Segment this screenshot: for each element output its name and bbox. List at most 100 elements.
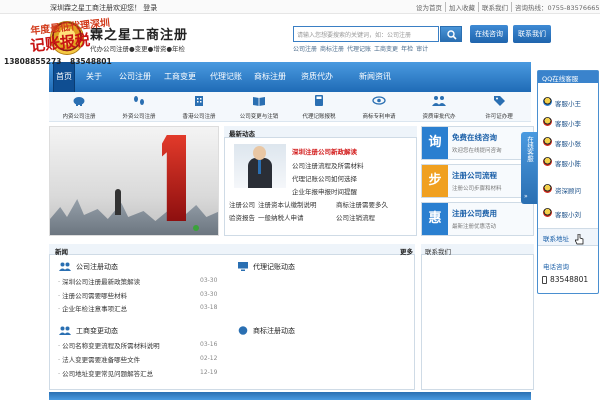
qq-contact-item[interactable]: 客服小张 <box>541 135 595 149</box>
list-item-date: 03-18 <box>200 304 218 311</box>
book-icon <box>253 97 265 106</box>
qq-contact-item[interactable]: 资深顾问 <box>541 182 595 196</box>
service-link-trademark[interactable]: 商标专利申请 <box>349 92 409 122</box>
service-link-change[interactable]: 公司变更与注销 <box>229 92 289 122</box>
hot-word-link[interactable]: 审计 <box>416 44 428 53</box>
qq-contact-item[interactable]: 客服小王 <box>541 95 595 109</box>
list-item[interactable]: 公司名称变更流程及所需材料说明 <box>58 340 160 350</box>
news-panel-header <box>49 244 415 255</box>
online-service-tab[interactable]: 在线客服 » <box>521 132 537 204</box>
people-icon <box>432 96 446 106</box>
service-label: 商标专利申请 <box>362 114 396 120</box>
nav-item-bookkeeping[interactable]: 代理记账 <box>206 62 246 92</box>
service-box-subtitle: 欢迎您在线提问咨询 <box>452 148 502 154</box>
footsteps-icon <box>134 96 144 105</box>
online-consult-button[interactable]: 在线咨询 <box>470 25 508 43</box>
service-box-subtitle: 最新注册优惠活动 <box>452 224 497 230</box>
news-headline-link[interactable]: 深圳注册公司新政解读 <box>292 146 357 156</box>
qq-contact-item[interactable]: 客服小陈 <box>541 155 595 169</box>
contact-address-label[interactable]: 联系地址 <box>543 233 569 243</box>
news-link[interactable]: 代理记账公司如何选择 <box>292 173 357 183</box>
banner-phone-number: 83548801 <box>70 57 112 66</box>
qq-contact-name: 客服小陈 <box>555 160 581 168</box>
list-item-date: 03-16 <box>200 341 218 348</box>
eye-icon <box>372 96 386 105</box>
nav-item-news[interactable]: 新闻资讯 <box>355 62 395 92</box>
list-item[interactable]: 深圳公司注册最新政策解读 <box>58 276 140 286</box>
qq-penguin-icon <box>543 157 552 166</box>
news-link[interactable]: 企业年报申报时间提醒 <box>292 186 357 196</box>
qq-penguin-icon <box>543 184 552 193</box>
service-link-foreign[interactable]: 外资公司注册 <box>109 92 169 122</box>
top-link-contact[interactable]: 联系我们 <box>479 2 512 12</box>
service-link-license[interactable]: 许可证办理 <box>469 92 529 122</box>
monitor-icon <box>238 262 248 271</box>
service-link-qualification[interactable]: 资质审批代办 <box>409 92 469 122</box>
news-link[interactable]: 注册公司 <box>229 199 255 209</box>
news-more-link[interactable]: 更多 <box>400 246 413 256</box>
calculator-icon <box>315 95 323 106</box>
nav-item-home[interactable]: 首页 <box>53 62 75 92</box>
contact-us-button[interactable]: 联系我们 <box>513 25 551 43</box>
section-title[interactable]: 商标注册动态 <box>253 326 295 336</box>
news-link[interactable]: 一般纳税人申请 <box>258 212 304 222</box>
list-item[interactable]: 注册公司需要哪些材料 <box>58 290 127 300</box>
hot-word-link[interactable]: 工商变更 <box>374 44 398 53</box>
search-button[interactable] <box>440 26 462 42</box>
welcome-text: 深圳霖之星工商注册欢迎您！ 登录 <box>50 4 158 12</box>
hand-cursor-icon <box>575 234 584 245</box>
top-link-favorite[interactable]: 加入收藏 <box>446 2 479 12</box>
section-title[interactable]: 代理记账动态 <box>253 262 295 272</box>
nav-item-company-registration[interactable]: 公司注册 <box>115 62 155 92</box>
hot-word-link[interactable]: 代理记账 <box>347 44 371 53</box>
news-link[interactable]: 公司注册流程及所需材料 <box>292 160 364 170</box>
main-nav: 首页 关于 公司注册 工商变更 代理记账 商标注册 资质代办 新闻资讯 <box>49 62 531 92</box>
people-icon <box>59 326 71 335</box>
service-link-hongkong[interactable]: 香港公司注册 <box>169 92 229 122</box>
top-hotline: 咨询热线：0755-83576665 <box>515 4 600 12</box>
hot-words: 公司注册 商标注册 代理记账 工商变更 年检 审计 <box>293 44 428 53</box>
businessman-photo[interactable] <box>234 144 286 188</box>
qq-contact-item[interactable]: 客服小刘 <box>541 206 595 220</box>
people-icon <box>59 262 71 271</box>
list-item[interactable]: 企业年检注意事项汇总 <box>58 303 127 313</box>
nav-item-qualification[interactable]: 资质代办 <box>297 62 337 92</box>
hot-word-link[interactable]: 年检 <box>401 44 413 53</box>
qq-contact-name: 客服小李 <box>555 120 581 128</box>
free-consult-box[interactable]: 询 免费在线咨询 欢迎您在线提问咨询 <box>421 126 534 160</box>
phone-consult-title: 电话咨询 <box>543 263 569 271</box>
news-link[interactable]: 验资报告 <box>229 212 255 222</box>
news-link[interactable]: 商标注册需要多久 <box>336 199 388 209</box>
list-item[interactable]: 公司地址变更常见问题解答汇总 <box>58 368 153 378</box>
news-link[interactable]: 注册资本认缴制说明 <box>258 199 317 209</box>
section-title[interactable]: 公司注册动态 <box>76 262 118 272</box>
process-badge: 步 <box>422 165 448 197</box>
service-link-bookkeeping[interactable]: 代理记账报税 <box>289 92 349 122</box>
nav-item-trademark[interactable]: 商标注册 <box>250 62 290 92</box>
nav-item-business-change[interactable]: 工商变更 <box>160 62 200 92</box>
registration-fee-box[interactable]: 惠 注册公司费用 最新注册优惠活动 <box>421 202 534 236</box>
number-one-graphic <box>162 135 186 221</box>
banner-mobile-number: 13808855273 <box>4 57 62 66</box>
qq-contact-item[interactable]: 客服小李 <box>541 115 595 129</box>
slide-indicator-dot[interactable] <box>193 225 199 231</box>
registration-process-box[interactable]: 步 注册公司流程 注册公司步骤和材料 <box>421 164 534 198</box>
list-item-date: 03-30 <box>200 277 218 284</box>
promo-banner[interactable] <box>49 126 219 236</box>
service-link-domestic[interactable]: 内资公司注册 <box>49 92 109 122</box>
search-input[interactable]: 请输入您想要搜索的关键词，如：公司注册 <box>293 26 439 42</box>
section-title[interactable]: 工商变更动态 <box>76 326 118 336</box>
contact-sidebox <box>421 244 534 390</box>
nav-item-about[interactable]: 关于 <box>81 62 107 92</box>
collapse-arrow-icon: » <box>524 193 528 200</box>
service-box-title: 免费在线咨询 <box>452 133 497 142</box>
service-label: 许可证办理 <box>485 114 513 120</box>
qq-contact-name: 客服小张 <box>555 140 581 148</box>
news-box-title: 最新动态 <box>229 130 255 138</box>
qq-service-header: QQ在线客服 <box>538 71 598 83</box>
hot-word-link[interactable]: 商标注册 <box>320 44 344 53</box>
hot-word-link[interactable]: 公司注册 <box>293 44 317 53</box>
top-link-homepage[interactable]: 设为首页 <box>413 2 446 12</box>
news-link[interactable]: 公司注销流程 <box>336 212 375 222</box>
list-item[interactable]: 法人变更需要准备哪些文件 <box>58 354 140 364</box>
